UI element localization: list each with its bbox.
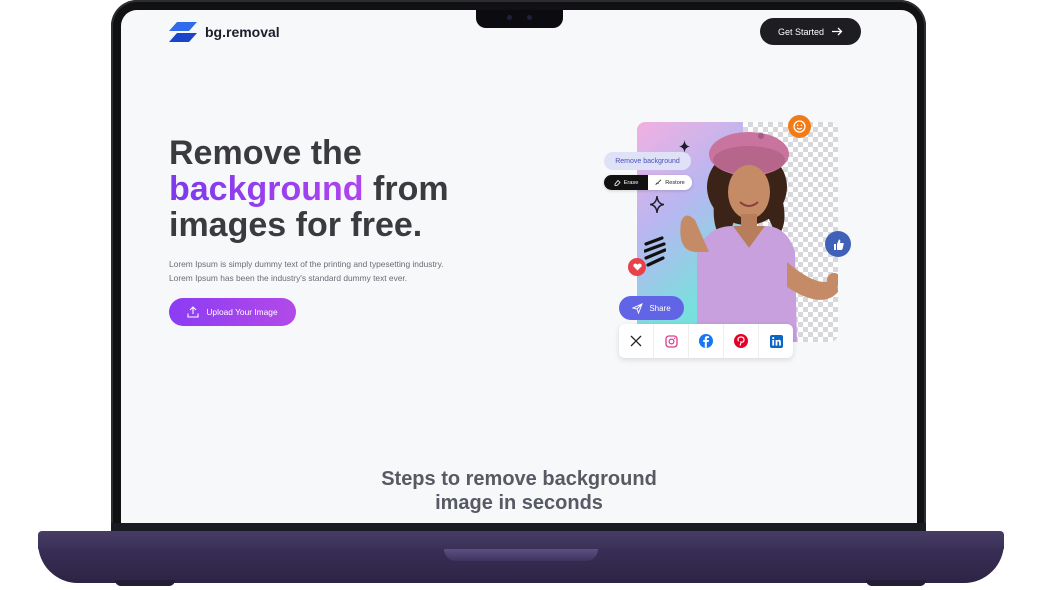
- share-pinterest[interactable]: [724, 324, 759, 358]
- brush-strokes-icon: [644, 236, 666, 267]
- share-instagram[interactable]: [654, 324, 689, 358]
- steps-title-line2: image in seconds: [435, 492, 603, 514]
- send-icon: [632, 302, 644, 314]
- facebook-icon: [699, 334, 713, 348]
- eraser-icon: [614, 179, 621, 186]
- thumbs-up-reaction-icon: [825, 231, 851, 257]
- hero-description-line2: Lorem Ipsum has been the industry's stan…: [169, 273, 408, 283]
- brand-name: bg.removal: [205, 24, 280, 40]
- upload-icon: [187, 306, 199, 318]
- remove-background-label: Remove background: [615, 157, 680, 165]
- screen: bg.removal Get Started Remove the backgr…: [121, 10, 917, 523]
- hero-description: Lorem Ipsum is simply dummy text of the …: [169, 257, 479, 285]
- share-x[interactable]: [619, 324, 654, 358]
- laptop-foot-right: [866, 580, 926, 586]
- share-linkedin[interactable]: [759, 324, 793, 358]
- sparkle-icon: [650, 196, 664, 213]
- steps-title-line1: Steps to remove background: [381, 468, 657, 490]
- share-facebook[interactable]: [689, 324, 724, 358]
- restore-brush-icon: [655, 179, 662, 186]
- pinterest-icon: [734, 334, 748, 348]
- camera-notch: [476, 10, 563, 28]
- arrow-right-icon: [832, 27, 843, 36]
- share-label: Share: [649, 303, 671, 313]
- hero-title: Remove the background from images for fr…: [169, 135, 449, 243]
- hero-title-line3: images for free.: [169, 206, 423, 244]
- upload-image-button[interactable]: Upload Your Image: [169, 298, 296, 326]
- laptop-hinge: [444, 549, 598, 561]
- remove-background-button[interactable]: Remove background: [604, 152, 691, 170]
- logo-mark-icon: [169, 22, 197, 42]
- get-started-label: Get Started: [777, 26, 825, 37]
- screen-bottom-bezel: [111, 523, 926, 531]
- restore-tab[interactable]: Restore: [648, 175, 692, 190]
- restore-label: Restore: [665, 179, 685, 186]
- erase-restore-toggle: Erase Restore: [604, 175, 692, 190]
- share-button[interactable]: Share: [619, 296, 684, 320]
- hero-description-line1: Lorem Ipsum is simply dummy text of the …: [169, 259, 444, 269]
- erase-label: Erase: [623, 179, 639, 186]
- hero-title-after-accent: from: [363, 170, 449, 208]
- steps-section-title: Steps to remove background image in seco…: [121, 467, 917, 515]
- hero-title-accent: background: [169, 170, 364, 208]
- x-icon: [630, 335, 642, 347]
- laptop-base-lip: [38, 531, 1004, 549]
- laptop-foot-left: [115, 580, 175, 586]
- social-share-row: [619, 324, 793, 358]
- erase-tab[interactable]: Erase: [604, 175, 648, 190]
- instagram-icon: [664, 334, 678, 348]
- smile-reaction-icon: [788, 115, 811, 138]
- hero-title-line1: Remove the: [169, 134, 362, 172]
- upload-label: Upload Your Image: [206, 307, 278, 317]
- linkedin-icon: [769, 334, 783, 348]
- get-started-button[interactable]: Get Started: [760, 18, 861, 45]
- brand-logo[interactable]: bg.removal: [169, 22, 280, 42]
